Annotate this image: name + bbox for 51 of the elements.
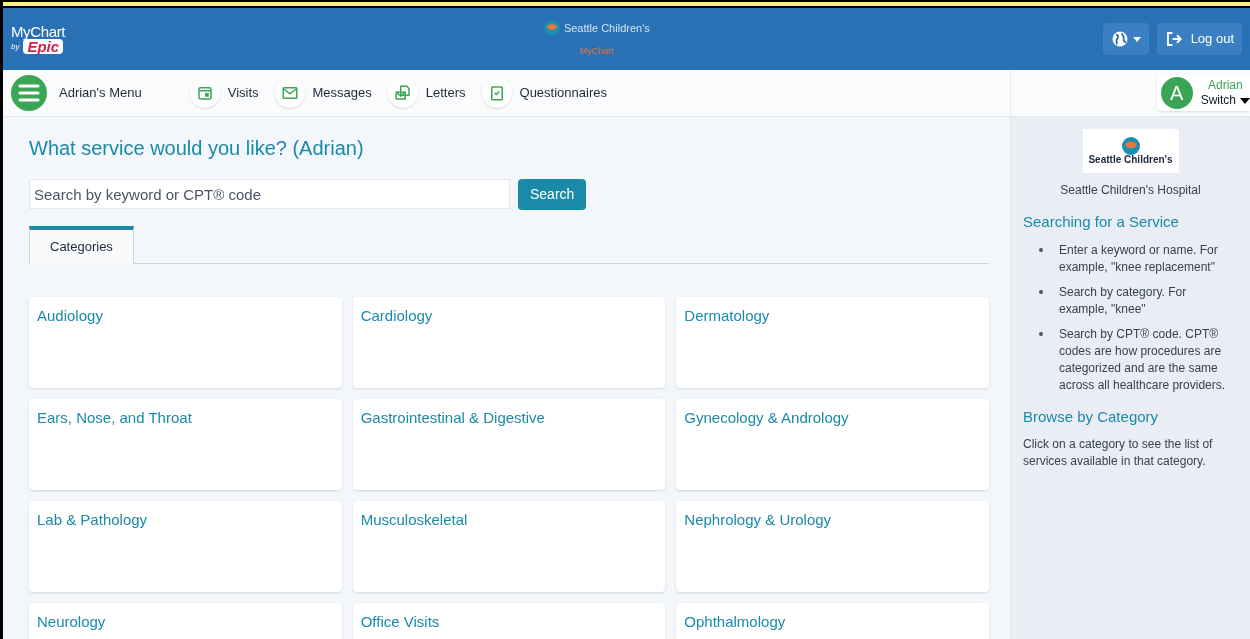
org-name: Seattle Children's Hospital <box>1060 182 1201 199</box>
bullet-icon <box>1039 247 1043 252</box>
search-field[interactable]: Search by keyword or CPT® code <box>29 179 510 209</box>
bullet-icon <box>1039 331 1043 336</box>
category-card[interactable]: Dermatology <box>676 297 989 388</box>
menu-icon <box>11 75 47 111</box>
section-heading: Searching for a Service <box>1023 212 1180 232</box>
nav-link[interactable]: Letters <box>387 78 466 108</box>
category-card[interactable]: Gynecology & Andrology <box>676 399 989 490</box>
globe-icon <box>1110 30 1129 48</box>
logo-name-text: Seattle Children's <box>1088 155 1173 165</box>
category-card[interactable]: Nephrology & Urology <box>676 501 989 592</box>
caret-icon <box>1132 36 1141 42</box>
help-text: Search by CPT® code. CPT® codes are how procedures are categorized and are the same across all healthcare providers. <box>1059 325 1227 394</box>
switch-label: Switch <box>1200 93 1236 108</box>
logout-icon <box>1164 30 1183 48</box>
tab[interactable]: Categories <box>29 226 134 264</box>
section-heading: Browse by Category <box>1023 406 1160 427</box>
logout-button[interactable]: Log out <box>1156 23 1242 55</box>
org-name-text: Seattle Children's <box>563 21 650 36</box>
nav-link[interactable]: Messages <box>274 78 372 108</box>
account-switcher[interactable]: A Adrian Switch <box>1156 75 1250 111</box>
nav-link[interactable]: Questionnaires <box>481 78 607 108</box>
brand-by-text: by <box>11 42 20 51</box>
category-card[interactable]: Ears, Nose, and Throat <box>29 399 342 490</box>
category-card[interactable]: Office Visits <box>352 603 666 639</box>
org-logo-icon <box>543 20 560 37</box>
help-text: Enter a keyword or name. For example, "knee replacement" <box>1059 241 1219 276</box>
caret-icon <box>1240 97 1250 104</box>
calendar-icon <box>195 84 214 102</box>
nav-link[interactable]: Visits <box>189 78 259 108</box>
search-button[interactable]: Search <box>518 179 587 210</box>
menu-button[interactable]: Adrian's Menu <box>11 75 142 111</box>
category-card[interactable]: Ophthalmology <box>676 603 989 639</box>
language-button[interactable] <box>1102 23 1149 55</box>
org-logo-icon <box>1121 137 1140 155</box>
category-card[interactable]: Gastrointestinal & Digestive <box>352 399 666 490</box>
letter-icon <box>393 84 412 102</box>
help-text: Search by category. For example, "knee" <box>1059 283 1188 318</box>
category-card[interactable]: Neurology <box>29 603 342 639</box>
envelope-icon <box>280 84 299 102</box>
user-name: Adrian <box>1207 78 1244 93</box>
page-title: What service would you like? (Adrian) <box>29 136 365 161</box>
bullet-icon <box>1039 289 1043 294</box>
category-card[interactable]: Cardiology <box>352 297 666 388</box>
category-card[interactable]: Musculoskeletal <box>352 501 666 592</box>
category-card[interactable]: Audiology <box>29 297 342 388</box>
help-text: Click on a category to see the list of services available in that category. <box>1023 436 1214 470</box>
brand-epic-text: Epic <box>23 39 64 54</box>
app-name-text: MyChart <box>579 44 614 58</box>
category-card[interactable]: Lab & Pathology <box>29 501 342 592</box>
